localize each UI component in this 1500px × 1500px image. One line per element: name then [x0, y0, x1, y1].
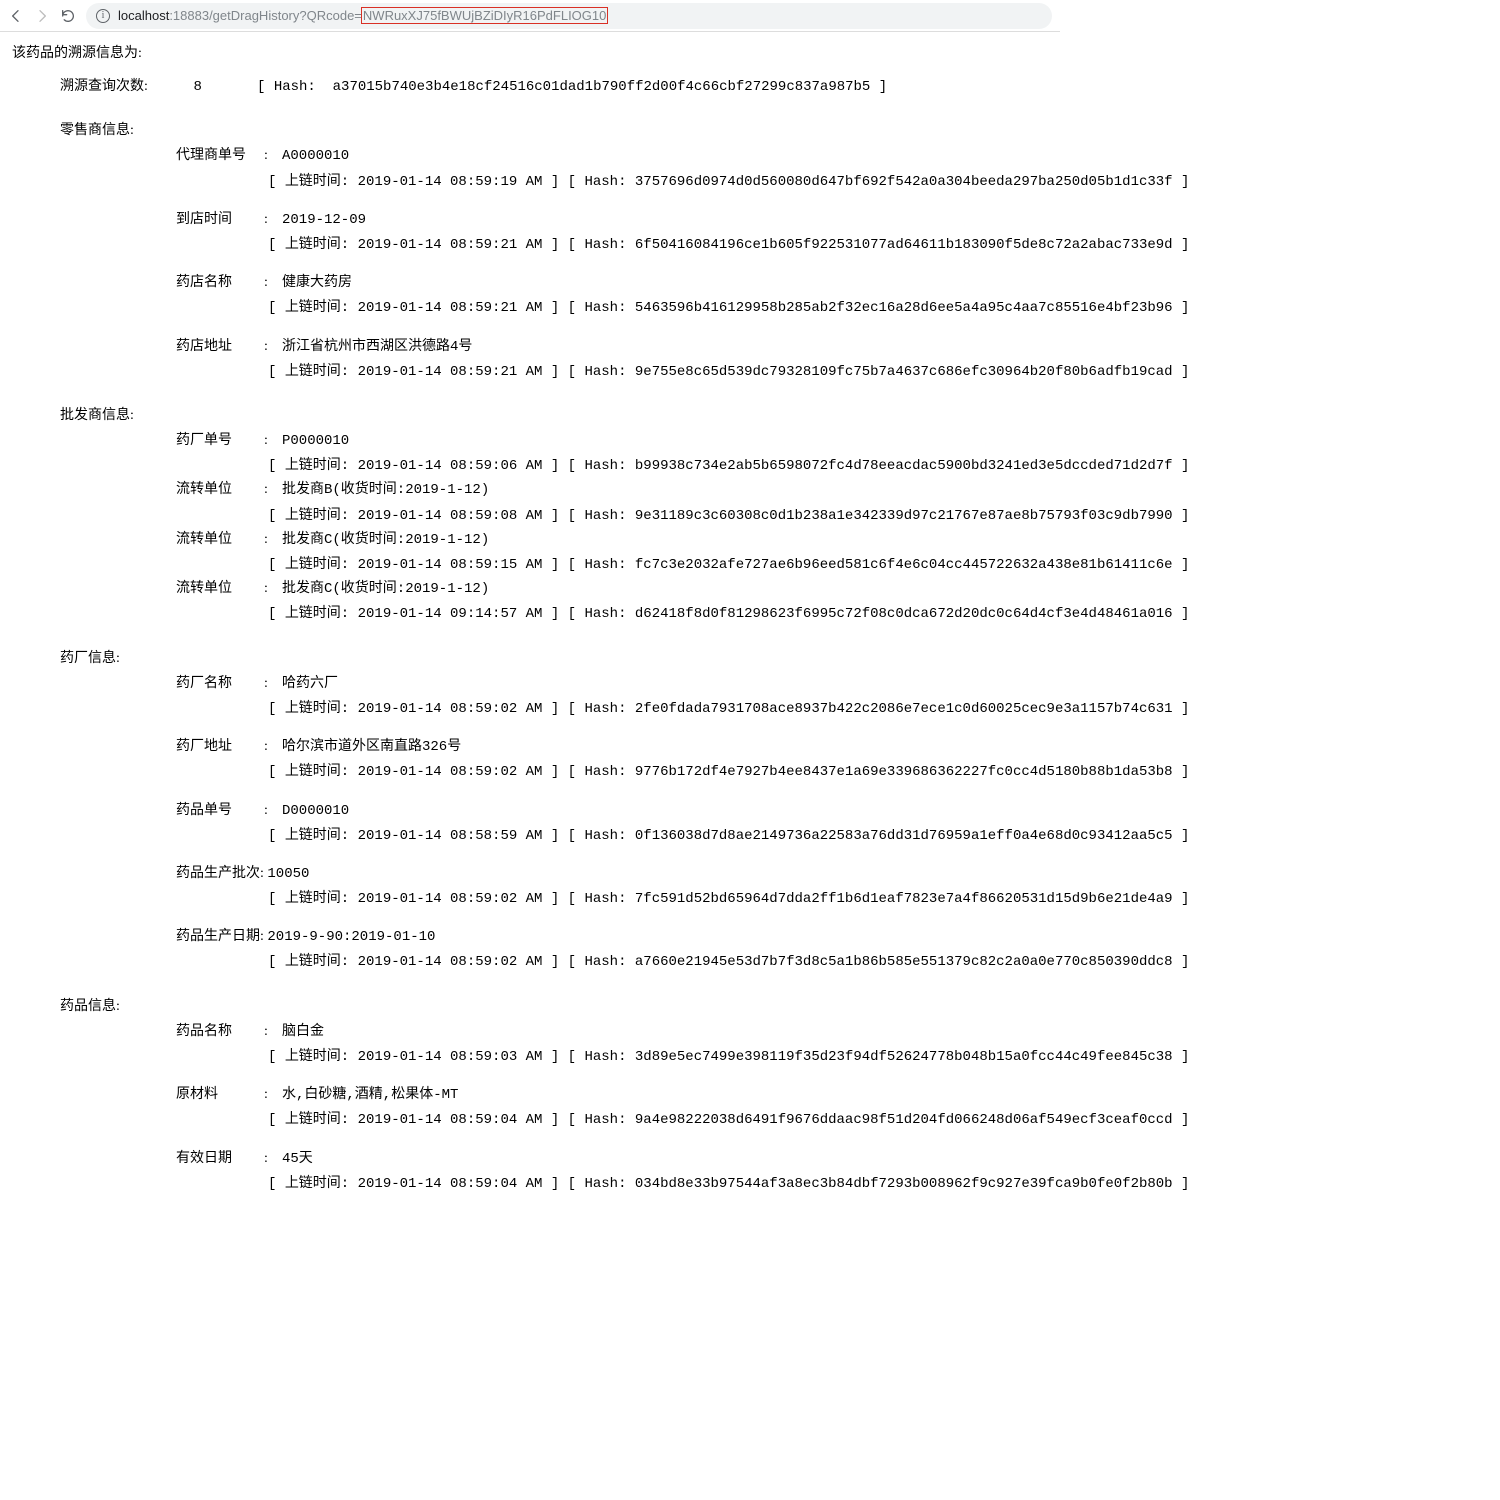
field-meta: [ 上链时间: 2019-01-14 08:59:19 AM ] [ Hash:…: [268, 170, 1048, 195]
field-value: 2019-9-90:2019-01-10: [267, 929, 435, 945]
field-row: 流转单位:批发商B(收货时间:2019-1-12): [176, 477, 1048, 503]
field-row: 流转单位:批发商C(收货时间:2019-1-12): [176, 527, 1048, 553]
field-value: 水,白砂糖,酒精,松果体-MT: [282, 1087, 458, 1103]
field-row: 药厂地址:哈尔滨市道外区南直路326号: [176, 734, 1048, 760]
section-title: 药厂信息:: [60, 646, 1048, 671]
section-title: 批发商信息:: [60, 403, 1048, 428]
field-meta: [ 上链时间: 2019-01-14 08:59:15 AM ] [ Hash:…: [268, 553, 1048, 578]
field-value: 健康大药房: [282, 275, 352, 291]
field-value: 批发商B(收货时间:2019-1-12): [282, 482, 489, 498]
field-label: 药品名称: [176, 1019, 264, 1044]
field-label: 有效日期: [176, 1146, 264, 1171]
field-value: D0000010: [282, 803, 349, 819]
page-title: 该药品的溯源信息为:: [12, 42, 1048, 62]
field-row: 药店地址:浙江省杭州市西湖区洪德路4号: [176, 334, 1048, 360]
field-meta: [ 上链时间: 2019-01-14 08:59:21 AM ] [ Hash:…: [268, 296, 1048, 321]
field-label: 药店名称: [176, 270, 264, 295]
section-retailer: 零售商信息:代理商单号:A0000010[ 上链时间: 2019-01-14 0…: [60, 118, 1048, 385]
field-label: 药厂地址: [176, 734, 264, 759]
section-title: 药品信息:: [60, 994, 1048, 1019]
browser-toolbar: i localhost:18883/getDragHistory?QRcode=…: [0, 0, 1060, 32]
field-value: 10050: [267, 866, 309, 882]
field-meta: [ 上链时间: 2019-01-14 08:59:03 AM ] [ Hash:…: [268, 1045, 1048, 1070]
field-label: 流转单位: [176, 576, 264, 601]
query-count-row: 溯源查询次数: 8 [ Hash: a37015b740e3b4e18cf245…: [60, 74, 1048, 100]
field-row: 药店名称:健康大药房: [176, 270, 1048, 296]
field-meta: [ 上链时间: 2019-01-14 08:59:04 AM ] [ Hash:…: [268, 1108, 1048, 1133]
field-value: 脑白金: [282, 1024, 324, 1040]
field-meta: [ 上链时间: 2019-01-14 08:59:04 AM ] [ Hash:…: [268, 1172, 1048, 1197]
field-value: 哈药六厂: [282, 676, 338, 692]
field-value: P0000010: [282, 433, 349, 449]
query-hash: [ Hash: a37015b740e3b4e18cf24516c01dad1b…: [257, 79, 887, 95]
field-label: 代理商单号: [176, 143, 264, 168]
field-row: 代理商单号:A0000010: [176, 143, 1048, 169]
field-label: 药品单号: [176, 798, 264, 823]
field-meta: [ 上链时间: 2019-01-14 09:14:57 AM ] [ Hash:…: [268, 602, 1048, 627]
url-host: localhost: [118, 8, 169, 23]
section-title: 零售商信息:: [60, 118, 1048, 143]
field-value: 浙江省杭州市西湖区洪德路4号: [282, 339, 472, 355]
field-label: 到店时间: [176, 207, 264, 232]
field-meta: [ 上链时间: 2019-01-14 08:59:02 AM ] [ Hash:…: [268, 950, 1048, 975]
field-label: 原材料: [176, 1082, 264, 1107]
query-count-label: 溯源查询次数:: [60, 74, 190, 99]
field-label: 药厂单号: [176, 428, 264, 453]
field-value: 45天: [282, 1151, 313, 1167]
field-meta: [ 上链时间: 2019-01-14 08:59:06 AM ] [ Hash:…: [268, 454, 1048, 479]
field-label: 药品生产日期: [176, 929, 260, 944]
field-value: 哈尔滨市道外区南直路326号: [282, 739, 461, 755]
field-label: 流转单位: [176, 477, 264, 502]
field-value: 批发商C(收货时间:2019-1-12): [282, 532, 489, 548]
forward-icon[interactable]: [34, 8, 50, 24]
field-row: 药品名称:脑白金: [176, 1019, 1048, 1045]
field-meta: [ 上链时间: 2019-01-14 08:59:08 AM ] [ Hash:…: [268, 504, 1048, 529]
field-row: 流转单位:批发商C(收货时间:2019-1-12): [176, 576, 1048, 602]
field-value: 2019-12-09: [282, 212, 366, 228]
url-param-highlight: NWRuxXJ75fBWUjBZiDIyR16PdFLIOG10: [361, 7, 608, 24]
field-row: 原材料:水,白砂糖,酒精,松果体-MT: [176, 1082, 1048, 1108]
query-count-value: 8: [194, 75, 254, 100]
field-meta: [ 上链时间: 2019-01-14 08:58:59 AM ] [ Hash:…: [268, 824, 1048, 849]
site-info-icon[interactable]: i: [96, 9, 110, 23]
field-row: 到店时间:2019-12-09: [176, 207, 1048, 233]
field-row: 有效日期:45天: [176, 1146, 1048, 1172]
field-meta: [ 上链时间: 2019-01-14 08:59:21 AM ] [ Hash:…: [268, 360, 1048, 385]
field-meta: [ 上链时间: 2019-01-14 08:59:02 AM ] [ Hash:…: [268, 697, 1048, 722]
section-wholesaler: 批发商信息:药厂单号:P0000010[ 上链时间: 2019-01-14 08…: [60, 403, 1048, 628]
section-factory: 药厂信息:药厂名称:哈药六厂[ 上链时间: 2019-01-14 08:59:0…: [60, 646, 1048, 976]
reload-icon[interactable]: [60, 8, 76, 24]
field-meta: [ 上链时间: 2019-01-14 08:59:21 AM ] [ Hash:…: [268, 233, 1048, 258]
field-label: 流转单位: [176, 527, 264, 552]
field-row: 药厂名称:哈药六厂: [176, 671, 1048, 697]
field-row: 药品单号:D0000010: [176, 798, 1048, 824]
field-meta: [ 上链时间: 2019-01-14 08:59:02 AM ] [ Hash:…: [268, 760, 1048, 785]
field-meta: [ 上链时间: 2019-01-14 08:59:02 AM ] [ Hash:…: [268, 887, 1048, 912]
field-label: 药厂名称: [176, 671, 264, 696]
field-value: 批发商C(收货时间:2019-1-12): [282, 581, 489, 597]
section-drug: 药品信息:药品名称:脑白金[ 上链时间: 2019-01-14 08:59:03…: [60, 994, 1048, 1197]
field-value: A0000010: [282, 148, 349, 164]
page-content: 该药品的溯源信息为: 溯源查询次数: 8 [ Hash: a37015b740e…: [0, 32, 1060, 1207]
field-row: 药品生产批次: 10050: [176, 861, 1048, 887]
field-row: 药品生产日期: 2019-9-90:2019-01-10: [176, 924, 1048, 950]
url-path: :18883/getDragHistory?QRcode=: [169, 8, 362, 23]
back-icon[interactable]: [8, 8, 24, 24]
field-label: 药店地址: [176, 334, 264, 359]
field-row: 药厂单号:P0000010: [176, 428, 1048, 454]
address-bar[interactable]: i localhost:18883/getDragHistory?QRcode=…: [86, 3, 1052, 29]
field-label: 药品生产批次: [176, 866, 260, 881]
